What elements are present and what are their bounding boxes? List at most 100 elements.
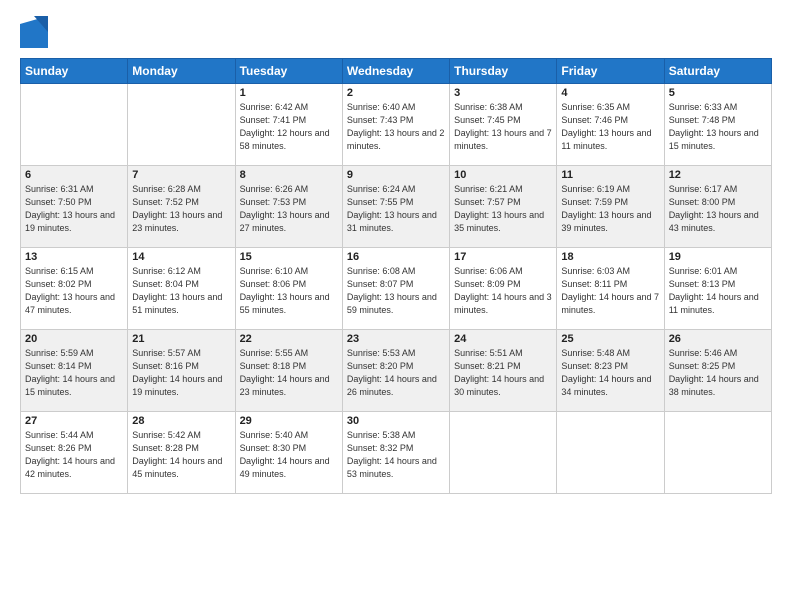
day-info: Sunrise: 5:57 AM Sunset: 8:16 PM Dayligh…: [132, 347, 230, 399]
day-info: Sunrise: 6:12 AM Sunset: 8:04 PM Dayligh…: [132, 265, 230, 317]
day-cell: [450, 412, 557, 494]
day-cell: 28 Sunrise: 5:42 AM Sunset: 8:28 PM Dayli…: [128, 412, 235, 494]
day-info: Sunrise: 5:51 AM Sunset: 8:21 PM Dayligh…: [454, 347, 552, 399]
day-info: Sunrise: 6:26 AM Sunset: 7:53 PM Dayligh…: [240, 183, 338, 235]
day-cell: 22Sunrise: 5:55 AM Sunset: 8:18 PM Dayli…: [235, 330, 342, 412]
day-number: 25: [561, 333, 659, 345]
day-cell: 20 Sunrise: 5:59 AM Sunset: 8:14 PM Dayli…: [21, 330, 128, 412]
day-number: 7: [132, 169, 230, 181]
day-cell: 15 Sunrise: 6:10 AM Sunset: 8:06 PM Dayli…: [235, 248, 342, 330]
week-row-4: 20 Sunrise: 5:59 AM Sunset: 8:14 PM Dayli…: [21, 330, 772, 412]
day-info: Sunrise: 5:40 AM Sunset: 8:30 PM Dayligh…: [240, 429, 338, 481]
day-cell: 2 Sunrise: 6:40 AM Sunset: 7:43 PM Daylig…: [342, 84, 449, 166]
day-number: 29: [240, 415, 338, 427]
day-info: Sunrise: 6:38 AM Sunset: 7:45 PM Dayligh…: [454, 101, 552, 153]
week-row-3: 13 Sunrise: 6:15 AM Sunset: 8:02 PM Dayli…: [21, 248, 772, 330]
day-number: 21: [132, 333, 230, 345]
day-cell: 4 Sunrise: 6:35 AM Sunset: 7:46 PM Daylig…: [557, 84, 664, 166]
day-number: 14: [132, 251, 230, 263]
week-row-1: 1Sunrise: 6:42 AM Sunset: 7:41 PM Daylig…: [21, 84, 772, 166]
day-cell: 10 Sunrise: 6:21 AM Sunset: 7:57 PM Dayli…: [450, 166, 557, 248]
day-info: Sunrise: 6:15 AM Sunset: 8:02 PM Dayligh…: [25, 265, 123, 317]
day-info: Sunrise: 6:33 AM Sunset: 7:48 PM Dayligh…: [669, 101, 767, 153]
day-cell: 14 Sunrise: 6:12 AM Sunset: 8:04 PM Dayli…: [128, 248, 235, 330]
day-cell: 8 Sunrise: 6:26 AM Sunset: 7:53 PM Daylig…: [235, 166, 342, 248]
day-number: 26: [669, 333, 767, 345]
day-number: 13: [25, 251, 123, 263]
day-info: Sunrise: 6:10 AM Sunset: 8:06 PM Dayligh…: [240, 265, 338, 317]
day-cell: 29 Sunrise: 5:40 AM Sunset: 8:30 PM Dayli…: [235, 412, 342, 494]
weekday-header-thursday: Thursday: [450, 59, 557, 84]
day-info: Sunrise: 6:17 AM Sunset: 8:00 PM Dayligh…: [669, 183, 767, 235]
page: SundayMondayTuesdayWednesdayThursdayFrid…: [0, 0, 792, 612]
weekday-header-wednesday: Wednesday: [342, 59, 449, 84]
day-cell: 18Sunrise: 6:03 AM Sunset: 8:11 PM Dayli…: [557, 248, 664, 330]
day-cell: 25 Sunrise: 5:48 AM Sunset: 8:23 PM Dayli…: [557, 330, 664, 412]
week-row-2: 6Sunrise: 6:31 AM Sunset: 7:50 PM Daylig…: [21, 166, 772, 248]
weekday-header-tuesday: Tuesday: [235, 59, 342, 84]
day-info: Sunrise: 5:42 AM Sunset: 8:28 PM Dayligh…: [132, 429, 230, 481]
day-number: 23: [347, 333, 445, 345]
weekday-header-friday: Friday: [557, 59, 664, 84]
weekday-header-sunday: Sunday: [21, 59, 128, 84]
day-cell: [128, 84, 235, 166]
day-info: Sunrise: 6:08 AM Sunset: 8:07 PM Dayligh…: [347, 265, 445, 317]
day-cell: 23 Sunrise: 5:53 AM Sunset: 8:20 PM Dayli…: [342, 330, 449, 412]
day-cell: 21 Sunrise: 5:57 AM Sunset: 8:16 PM Dayli…: [128, 330, 235, 412]
day-info: Sunrise: 5:59 AM Sunset: 8:14 PM Dayligh…: [25, 347, 123, 399]
day-number: 12: [669, 169, 767, 181]
day-cell: 5 Sunrise: 6:33 AM Sunset: 7:48 PM Daylig…: [664, 84, 771, 166]
day-cell: 30 Sunrise: 5:38 AM Sunset: 8:32 PM Dayli…: [342, 412, 449, 494]
day-cell: 13 Sunrise: 6:15 AM Sunset: 8:02 PM Dayli…: [21, 248, 128, 330]
day-cell: 24 Sunrise: 5:51 AM Sunset: 8:21 PM Dayli…: [450, 330, 557, 412]
day-info: Sunrise: 6:40 AM Sunset: 7:43 PM Dayligh…: [347, 101, 445, 153]
day-cell: [664, 412, 771, 494]
logo-icon: [20, 16, 48, 48]
day-number: 24: [454, 333, 552, 345]
day-number: 27: [25, 415, 123, 427]
day-number: 30: [347, 415, 445, 427]
calendar: SundayMondayTuesdayWednesdayThursdayFrid…: [20, 58, 772, 494]
day-number: 4: [561, 87, 659, 99]
day-number: 3: [454, 87, 552, 99]
day-cell: [557, 412, 664, 494]
day-number: 17: [454, 251, 552, 263]
day-info: Sunrise: 5:38 AM Sunset: 8:32 PM Dayligh…: [347, 429, 445, 481]
day-cell: 19Sunrise: 6:01 AM Sunset: 8:13 PM Dayli…: [664, 248, 771, 330]
day-info: Sunrise: 6:31 AM Sunset: 7:50 PM Dayligh…: [25, 183, 123, 235]
day-number: 5: [669, 87, 767, 99]
day-number: 20: [25, 333, 123, 345]
day-info: Sunrise: 6:35 AM Sunset: 7:46 PM Dayligh…: [561, 101, 659, 153]
day-info: Sunrise: 6:03 AM Sunset: 8:11 PM Dayligh…: [561, 265, 659, 317]
day-info: Sunrise: 5:44 AM Sunset: 8:26 PM Dayligh…: [25, 429, 123, 481]
day-cell: 26 Sunrise: 5:46 AM Sunset: 8:25 PM Dayli…: [664, 330, 771, 412]
day-number: 2: [347, 87, 445, 99]
day-info: Sunrise: 6:21 AM Sunset: 7:57 PM Dayligh…: [454, 183, 552, 235]
day-cell: 11 Sunrise: 6:19 AM Sunset: 7:59 PM Dayli…: [557, 166, 664, 248]
day-number: 8: [240, 169, 338, 181]
day-number: 28: [132, 415, 230, 427]
logo: [20, 16, 52, 48]
day-cell: 17 Sunrise: 6:06 AM Sunset: 8:09 PM Dayli…: [450, 248, 557, 330]
day-number: 1: [240, 87, 338, 99]
weekday-header-saturday: Saturday: [664, 59, 771, 84]
day-number: 9: [347, 169, 445, 181]
day-cell: [21, 84, 128, 166]
day-number: 16: [347, 251, 445, 263]
day-number: 10: [454, 169, 552, 181]
day-cell: 7Sunrise: 6:28 AM Sunset: 7:52 PM Daylig…: [128, 166, 235, 248]
day-info: Sunrise: 5:53 AM Sunset: 8:20 PM Dayligh…: [347, 347, 445, 399]
day-cell: 9 Sunrise: 6:24 AM Sunset: 7:55 PM Daylig…: [342, 166, 449, 248]
day-cell: 3 Sunrise: 6:38 AM Sunset: 7:45 PM Daylig…: [450, 84, 557, 166]
day-info: Sunrise: 6:19 AM Sunset: 7:59 PM Dayligh…: [561, 183, 659, 235]
week-row-5: 27 Sunrise: 5:44 AM Sunset: 8:26 PM Dayli…: [21, 412, 772, 494]
day-number: 15: [240, 251, 338, 263]
day-info: Sunrise: 6:24 AM Sunset: 7:55 PM Dayligh…: [347, 183, 445, 235]
day-info: Sunrise: 6:06 AM Sunset: 8:09 PM Dayligh…: [454, 265, 552, 317]
day-number: 11: [561, 169, 659, 181]
day-number: 19: [669, 251, 767, 263]
day-cell: 16 Sunrise: 6:08 AM Sunset: 8:07 PM Dayli…: [342, 248, 449, 330]
day-cell: 1Sunrise: 6:42 AM Sunset: 7:41 PM Daylig…: [235, 84, 342, 166]
day-info: Sunrise: 5:46 AM Sunset: 8:25 PM Dayligh…: [669, 347, 767, 399]
day-info: Sunrise: 5:48 AM Sunset: 8:23 PM Dayligh…: [561, 347, 659, 399]
